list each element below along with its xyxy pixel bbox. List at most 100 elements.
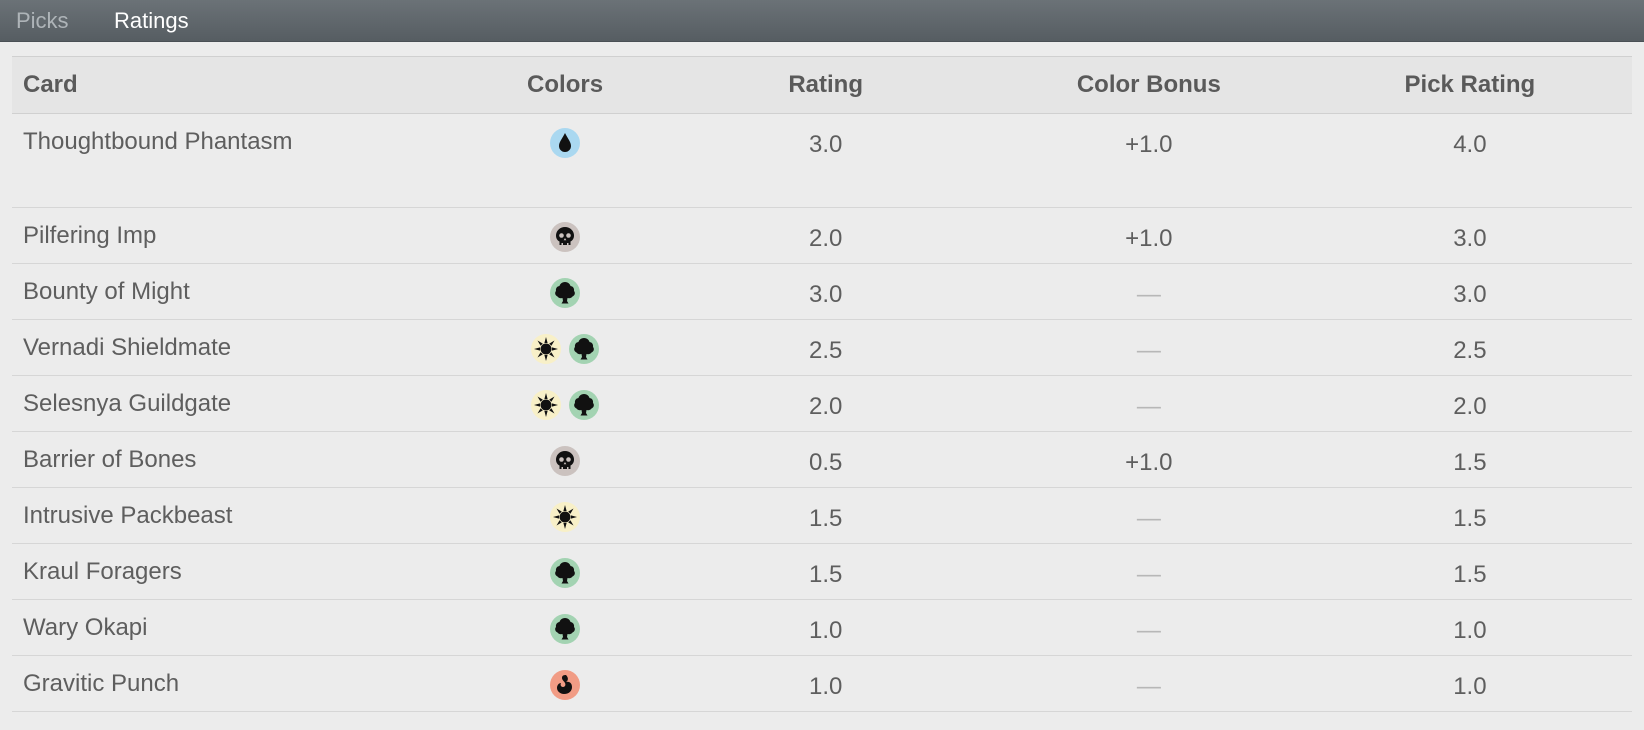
rating-value: 0.5 — [809, 449, 843, 476]
tab-ratings[interactable]: Ratings — [114, 0, 189, 41]
ratings-table-container: Card Colors Rating Color Bonus Pick Rati… — [12, 56, 1632, 712]
pick-rating-value-cell: 1.0 — [1307, 655, 1632, 712]
color-bonus-value: — — [1136, 617, 1161, 644]
pick-rating-value-cell: 1.0 — [1307, 599, 1632, 656]
table-row[interactable]: Bounty of Might 3.0 — 3.0 — [12, 263, 1632, 320]
pick-rating-value: 1.0 — [1453, 673, 1487, 700]
black-mana-icon — [549, 221, 581, 253]
black-mana-icon — [549, 445, 581, 477]
pick-rating-value: 3.0 — [1453, 281, 1487, 308]
table-header-row: Card Colors Rating Color Bonus Pick Rati… — [12, 56, 1632, 114]
color-bonus-value: — — [1136, 673, 1161, 700]
colors-cell — [468, 487, 662, 544]
top-tab-bar: Picks Ratings — [0, 0, 1644, 42]
rating-value: 1.5 — [809, 505, 843, 532]
color-bonus-value-cell: +1.0 — [989, 113, 1308, 208]
color-bonus-value: +1.0 — [1125, 131, 1173, 158]
rating-value-cell: 1.5 — [661, 487, 990, 544]
table-row[interactable]: Selesnya Guildgate 2.0 — 2.0 — [12, 375, 1632, 432]
color-bonus-value: — — [1136, 337, 1161, 364]
color-bonus-value-cell: — — [989, 319, 1308, 376]
rating-value-cell: 3.0 — [661, 263, 990, 320]
card-name: Bounty of Might — [23, 278, 190, 305]
table-row[interactable]: Intrusive Packbeast 1.5 — 1.5 — [12, 487, 1632, 544]
pick-rating-value: 1.5 — [1453, 505, 1487, 532]
color-bonus-value-cell: — — [989, 375, 1308, 432]
colors-cell — [468, 599, 662, 656]
header-rating[interactable]: Rating — [661, 57, 989, 114]
ratings-table: Card Colors Rating Color Bonus Pick Rati… — [12, 56, 1632, 712]
color-bonus-value: — — [1136, 561, 1161, 588]
green-mana-icon — [549, 557, 581, 589]
table-body: Thoughtbound Phantasm 3.0 +1.0 4.0 Pilfering… — [12, 113, 1632, 712]
pick-rating-value: 1.0 — [1453, 617, 1487, 644]
color-bonus-value-cell: — — [989, 263, 1308, 320]
pick-rating-value-cell: 2.0 — [1307, 375, 1632, 432]
green-mana-icon — [549, 613, 581, 645]
color-bonus-value-cell: — — [989, 487, 1308, 544]
pick-rating-value: 1.5 — [1453, 449, 1487, 476]
card-cell: Gravitic Punch — [12, 655, 469, 712]
card-name: Selesnya Guildgate — [23, 390, 232, 417]
rating-value: 1.0 — [809, 617, 843, 644]
color-bonus-value-cell: — — [989, 599, 1308, 656]
colors-cell — [468, 375, 662, 432]
pick-rating-value-cell: 2.5 — [1307, 319, 1632, 376]
header-pick-rating[interactable]: Pick Rating — [1308, 57, 1632, 114]
rating-value-cell: 2.5 — [661, 319, 990, 376]
rating-value: 3.0 — [809, 131, 843, 158]
red-mana-icon — [549, 669, 581, 701]
rating-value-cell: 1.0 — [661, 599, 990, 656]
rating-value: 2.5 — [809, 337, 843, 364]
white-mana-icon — [530, 333, 562, 365]
header-colors[interactable]: Colors — [469, 57, 662, 114]
green-mana-icon — [549, 277, 581, 309]
table-row[interactable]: Thoughtbound Phantasm 3.0 +1.0 4.0 — [12, 113, 1632, 208]
rating-value: 3.0 — [809, 281, 843, 308]
pick-rating-value-cell: 1.5 — [1307, 543, 1632, 600]
card-name: Pilfering Imp — [23, 222, 157, 249]
table-row[interactable]: Gravitic Punch 1.0 — 1.0 — [12, 655, 1632, 712]
rating-value-cell: 3.0 — [661, 113, 990, 208]
colors-cell — [468, 263, 662, 320]
table-row[interactable]: Barrier of Bones 0.5 +1.0 1.5 — [12, 431, 1632, 488]
card-name: Wary Okapi — [23, 614, 148, 641]
pick-rating-value-cell: 1.5 — [1307, 487, 1632, 544]
tab-picks[interactable]: Picks — [16, 0, 69, 41]
pick-rating-value-cell: 1.5 — [1307, 431, 1632, 488]
table-row[interactable]: Pilfering Imp 2.0 +1.0 3.0 — [12, 207, 1632, 264]
card-name: Gravitic Punch — [23, 670, 180, 697]
white-mana-icon — [530, 389, 562, 421]
white-mana-icon — [549, 501, 581, 533]
card-cell: Vernadi Shieldmate — [12, 319, 469, 376]
pick-rating-value: 2.5 — [1453, 337, 1487, 364]
rating-value: 1.0 — [809, 673, 843, 700]
card-name: Barrier of Bones — [23, 446, 197, 473]
card-cell: Intrusive Packbeast — [12, 487, 469, 544]
pick-rating-value: 4.0 — [1453, 131, 1487, 158]
green-mana-icon — [568, 389, 600, 421]
table-row[interactable]: Vernadi Shieldmate 2.5 — 2.5 — [12, 319, 1632, 376]
rating-value-cell: 2.0 — [661, 207, 990, 264]
colors-cell — [468, 543, 662, 600]
rating-value-cell: 0.5 — [661, 431, 990, 488]
card-name: Kraul Foragers — [23, 558, 182, 585]
table-row[interactable]: Kraul Foragers 1.5 — 1.5 — [12, 543, 1632, 600]
card-cell: Kraul Foragers — [12, 543, 469, 600]
table-row[interactable]: Wary Okapi 1.0 — 1.0 — [12, 599, 1632, 656]
rating-value: 2.0 — [809, 393, 843, 420]
colors-cell — [468, 655, 662, 712]
color-bonus-value: — — [1136, 393, 1161, 420]
colors-cell — [468, 207, 662, 264]
card-name: Thoughtbound Phantasm — [23, 128, 293, 155]
header-card[interactable]: Card — [12, 57, 469, 114]
card-cell: Thoughtbound Phantasm — [12, 113, 469, 208]
colors-cell — [468, 319, 662, 376]
card-name: Vernadi Shieldmate — [23, 334, 232, 361]
color-bonus-value-cell: — — [989, 655, 1308, 712]
colors-cell — [468, 113, 662, 208]
header-color-bonus[interactable]: Color Bonus — [990, 57, 1308, 114]
pick-rating-value: 3.0 — [1453, 225, 1487, 252]
rating-value: 2.0 — [809, 225, 843, 252]
pick-rating-value-cell: 3.0 — [1307, 263, 1632, 320]
